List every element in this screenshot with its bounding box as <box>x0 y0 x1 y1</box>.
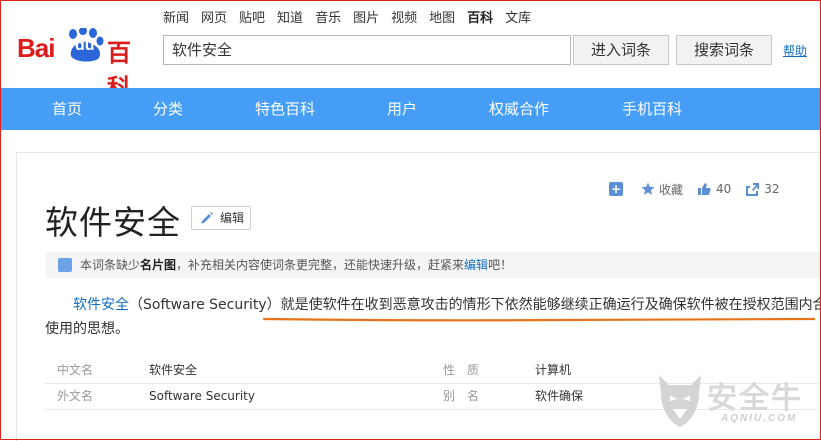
topnav-item[interactable]: 贴吧 <box>239 10 265 28</box>
topnav-item[interactable]: 地图 <box>429 10 455 28</box>
info-value: 软件安全 <box>149 363 198 377</box>
summary-line-2: 使用的思想。 <box>45 321 129 337</box>
topnav-item[interactable]: 视频 <box>391 10 417 28</box>
summary-definition: 就是使软件在收到恶意攻击的情形下依然能够继续正确运行及确保软件被在授权范围内合法 <box>280 297 821 313</box>
pencil-icon <box>201 212 213 224</box>
likes-count: 40 <box>716 182 732 196</box>
topnav-item-baike[interactable]: 百科 <box>467 10 493 28</box>
share-icon[interactable] <box>745 182 760 196</box>
logo-du: du <box>75 37 95 54</box>
nav-category[interactable]: 分类 <box>153 88 183 130</box>
topnav-item[interactable]: 文库 <box>505 10 531 28</box>
main-navigation-bar: 首页 分类 特色百科 用户 权威合作 手机百科 <box>1 88 820 130</box>
search-entry-button[interactable]: 搜索词条 <box>676 35 772 65</box>
notice-edit-icon <box>58 258 72 272</box>
collect-label[interactable]: 收藏 <box>659 181 683 198</box>
info-key: 外文名 <box>57 389 94 403</box>
enter-entry-button[interactable]: 进入词条 <box>573 35 669 65</box>
edit-label: 编辑 <box>220 211 245 225</box>
help-link[interactable]: 帮助 <box>783 42 807 59</box>
top-navigation: 新闻 网页 贴吧 知道 音乐 图片 视频 地图 百科 文库 <box>163 10 543 28</box>
topnav-item[interactable]: 知道 <box>277 10 303 28</box>
watermark-text: 安全牛 <box>707 381 803 416</box>
info-value: 软件确保 <box>535 389 584 403</box>
logo-bai: Bai <box>17 33 55 63</box>
info-value: 计算机 <box>535 363 572 377</box>
add-icon[interactable]: + <box>609 182 623 196</box>
thumbs-up-icon[interactable] <box>697 182 711 196</box>
nav-cooperation[interactable]: 权威合作 <box>489 88 549 130</box>
topnav-item[interactable]: 图片 <box>353 10 379 28</box>
summary-paren: （Software Security） <box>129 297 281 313</box>
edit-button[interactable]: 编辑 <box>191 206 251 230</box>
notice-mid: ，补充相关内容使词条更完整，还能快速升级，赶紧来 <box>176 258 465 272</box>
info-key: 性 质 <box>443 363 480 377</box>
aqniu-watermark: 安全牛 AQNIU.COM <box>655 365 821 440</box>
watermark-subtext: AQNIU.COM <box>721 413 798 424</box>
star-icon[interactable] <box>641 182 655 196</box>
info-value: Software Security <box>149 389 255 403</box>
info-key: 中文名 <box>57 363 94 377</box>
orange-highlight-underline <box>262 317 816 322</box>
info-key: 别 名 <box>443 389 480 403</box>
topnav-item[interactable]: 新闻 <box>163 10 189 28</box>
notice-pre: 本词条缺少 <box>80 258 141 272</box>
notice-edit-link[interactable]: 编辑 <box>464 258 488 272</box>
nav-user[interactable]: 用户 <box>387 88 417 130</box>
topnav-item[interactable]: 网页 <box>201 10 227 28</box>
nav-home[interactable]: 首页 <box>52 88 82 130</box>
shares-count: 32 <box>764 182 780 196</box>
baidu-baike-logo[interactable]: Bai du 百科 <box>17 20 152 102</box>
search-input[interactable]: 软件安全 <box>163 35 571 65</box>
entry-title: 软件安全 <box>45 203 181 242</box>
notice-post: 吧！ <box>488 258 513 272</box>
nav-mobile[interactable]: 手机百科 <box>622 88 682 130</box>
summary-term-link[interactable]: 软件安全 <box>73 297 129 313</box>
notice-bold: 名片图 <box>140 258 177 272</box>
topnav-item[interactable]: 音乐 <box>315 10 341 28</box>
missing-image-notice: 本词条缺少名片图，补充相关内容使词条更完整，还能快速升级，赶紧来编辑吧！ <box>46 252 821 278</box>
nav-featured[interactable]: 特色百科 <box>255 88 315 130</box>
bull-logo-icon <box>659 375 701 427</box>
notice-text: 本词条缺少名片图，补充相关内容使词条更完整，还能快速升级，赶紧来编辑吧！ <box>80 252 512 278</box>
action-bar: + 收藏 40 32 <box>609 181 780 197</box>
